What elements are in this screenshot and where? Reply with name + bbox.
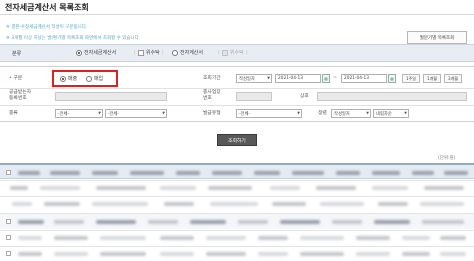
kind-select-1[interactable]: -전체- <box>55 109 103 118</box>
issue-type-label: 발급유형 <box>203 111 221 116</box>
table-row[interactable] <box>0 246 474 256</box>
category-label: 분류 <box>12 51 22 57</box>
branch-no-label: 종사업장 번호 <box>203 90 221 101</box>
row-checkbox[interactable] <box>6 219 11 224</box>
sort-label: 정렬 <box>318 111 327 116</box>
checkbox-consignment-1[interactable] <box>137 49 144 56</box>
type-label: • 구분 <box>9 76 23 81</box>
date-from-input[interactable]: 2021-04-13 <box>275 74 321 83</box>
trade-name-label: 상호 <box>300 94 309 99</box>
date-type-select[interactable]: 작성일자 <box>236 74 272 83</box>
radio-e-invoice[interactable] <box>172 49 178 56</box>
search-button[interactable]: 조회하기 <box>217 134 257 146</box>
notice-2: ※ 3개월 이상 지났는 발/편기별 목록조회 화면에서 조회할 수 있습니다. <box>6 36 141 41</box>
date-to-input[interactable]: 2021-04-13 <box>341 74 387 83</box>
category-option-consignment-2: ( 위수탁 ) <box>218 49 248 56</box>
row-checkbox[interactable] <box>6 251 11 256</box>
kind-select-2[interactable]: -전체- <box>105 109 167 118</box>
notice-1: ※ 결본·수정세금계산서 작성이 구분됩니다. <box>6 25 88 30</box>
category-option-e-tax-invoice[interactable]: 전자세금계산서 <box>76 49 116 56</box>
period-1week-button[interactable]: 1주일 <box>402 74 420 83</box>
issue-type-select[interactable]: -전체- <box>236 109 302 118</box>
calendar-from-icon[interactable]: ▦ <box>322 74 330 83</box>
kind-label: 종류 <box>9 111 18 116</box>
biz-no-input[interactable] <box>55 92 167 101</box>
category-bar: 분류 전자세금계산서 ( 위수탁 ) 전자계산서 ( 위수탁 ) <box>0 44 474 62</box>
unit-label: (단위:원) <box>438 156 456 161</box>
trade-name-input[interactable] <box>317 92 467 101</box>
category-option-e-invoice[interactable]: 전자계산서 <box>172 49 203 56</box>
results-table-header <box>0 163 474 179</box>
table-row[interactable] <box>0 180 474 190</box>
page-title: 전자세금계산서 목록조회 <box>5 3 89 12</box>
sort-order-select[interactable]: 내림차순 <box>373 109 409 118</box>
title-divider <box>0 14 474 15</box>
branch-no-input[interactable] <box>236 92 272 101</box>
highlight-box <box>52 70 118 87</box>
biz-no-label: 공급받는자 등록번호 <box>9 90 32 101</box>
calendar-to-icon[interactable]: ▦ <box>388 74 396 83</box>
period-1month-button[interactable]: 1개월 <box>423 74 441 83</box>
period-label: 조회기간 <box>203 76 221 81</box>
row-checkbox[interactable] <box>6 235 11 240</box>
table-row[interactable] <box>0 213 474 229</box>
sort-field-select[interactable]: 작성일자 <box>331 109 371 118</box>
select-all-checkbox[interactable] <box>6 170 11 175</box>
monthly-list-button[interactable]: 월분기별 목록조회 <box>407 31 467 44</box>
period-3month-button[interactable]: 3개월 <box>444 74 462 83</box>
category-option-consignment-1[interactable]: ( 위수탁 ) <box>134 49 164 56</box>
checkbox-consignment-2 <box>221 49 228 56</box>
radio-e-tax-invoice[interactable] <box>76 49 82 56</box>
table-row[interactable] <box>0 196 474 206</box>
table-row[interactable] <box>0 230 474 240</box>
